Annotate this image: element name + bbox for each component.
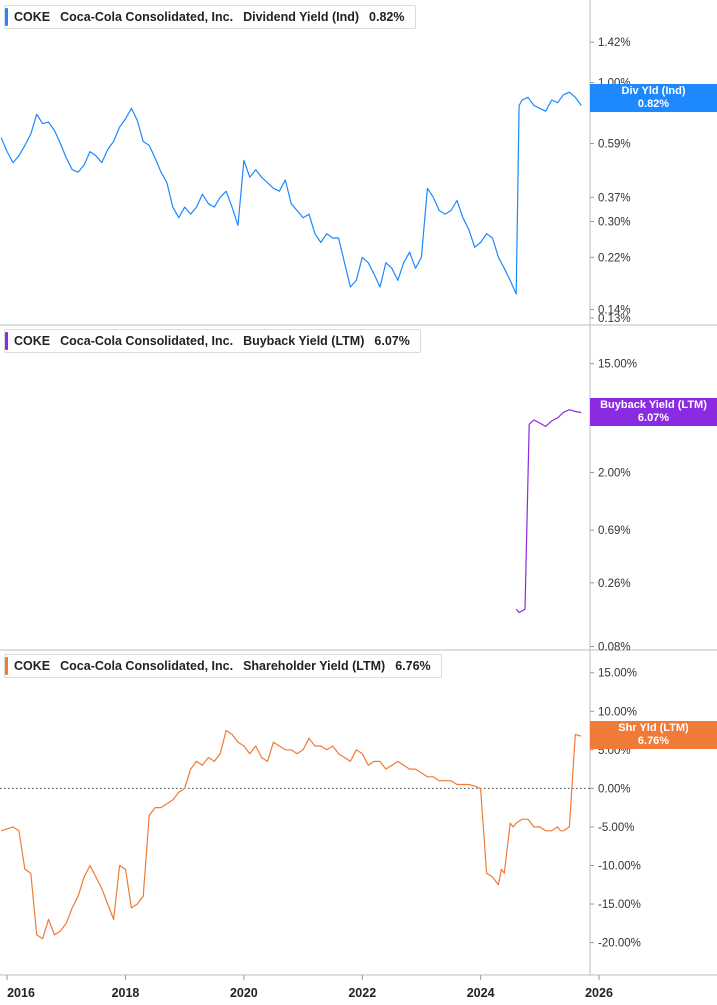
last-value-badge-shareholder: Shr Yld (LTM) 6.76% [590,721,717,749]
y-tick-label: -20.00% [598,938,641,950]
legend-color-bar [5,657,8,675]
y-tick-label: 1.42% [598,37,631,49]
y-tick-label: 15.00% [598,359,637,371]
y-tick-label: 0.26% [598,578,631,590]
legend-ticker: COKE [14,334,51,348]
legend-dividend-yield[interactable]: COKE Coca-Cola Consolidated, Inc. Divide… [4,5,416,29]
chart-canvas: 1.42%1.00%0.81%0.59%0.37%0.30%0.22%0.14%… [0,0,717,1000]
axis-ticks: 1.42%1.00%0.81%0.59%0.37%0.30%0.22%0.14%… [6,37,641,1000]
x-tick-label: 2024 [467,986,495,1000]
y-tick-label: 0.22% [598,252,631,264]
legend-value: 6.07% [374,334,410,348]
last-value-badge-buyback: Buyback Yield (LTM) 6.07% [590,398,717,426]
y-tick-label: 0.37% [598,192,631,204]
legend-company: Coca-Cola Consolidated, Inc. [60,334,234,348]
y-tick-label: 2.00% [598,468,631,480]
legend-value: 6.76% [395,659,431,673]
x-tick-label: 2016 [7,986,35,1000]
badge-label: Shr Yld (LTM) [618,722,689,734]
badge-value: 6.07% [637,412,670,424]
y-tick-label: 10.00% [598,706,637,718]
legend-color-bar [5,8,8,26]
series-layer [0,91,582,940]
y-tick-label: 0.30% [598,217,631,229]
badge-label: Div Yld (Ind) [621,85,686,97]
badge-label: Buyback Yield (LTM) [600,399,707,411]
y-tick-label: 0.59% [598,138,631,150]
y-tick-label: -5.00% [598,822,634,834]
y-tick-label: 0.00% [598,783,631,795]
legend-buyback-yield[interactable]: COKE Coca-Cola Consolidated, Inc. Buybac… [4,329,421,353]
series-line-1 [0,91,582,295]
legend-metric: Buyback Yield (LTM) [243,334,365,348]
y-tick-label: 0.69% [598,525,631,537]
legend-value: 0.82% [369,10,405,24]
legend-shareholder-yield[interactable]: COKE Coca-Cola Consolidated, Inc. Shareh… [4,654,442,678]
badge-value: 0.82% [637,98,670,110]
legend-ticker: COKE [14,659,51,673]
y-tick-label: 0.08% [598,642,631,654]
legend-company: Coca-Cola Consolidated, Inc. [60,659,234,673]
x-tick-label: 2026 [585,986,613,1000]
last-value-badge-dividend: Div Yld (Ind) 0.82% [590,84,717,112]
x-tick-label: 2022 [348,986,376,1000]
legend-metric: Dividend Yield (Ind) [243,10,360,24]
series-line-3 [1,729,582,940]
series-line-2 [515,409,582,614]
legend-ticker: COKE [14,10,51,24]
y-tick-label: -15.00% [598,899,641,911]
x-tick-label: 2018 [112,986,140,1000]
y-tick-label: 0.13% [598,313,631,325]
y-tick-label: 15.00% [598,668,637,680]
badge-value: 6.76% [637,735,670,747]
legend-color-bar [5,332,8,350]
legend-metric: Shareholder Yield (LTM) [243,659,386,673]
legend-company: Coca-Cola Consolidated, Inc. [60,10,234,24]
y-tick-label: -10.00% [598,860,641,872]
x-tick-label: 2020 [230,986,258,1000]
